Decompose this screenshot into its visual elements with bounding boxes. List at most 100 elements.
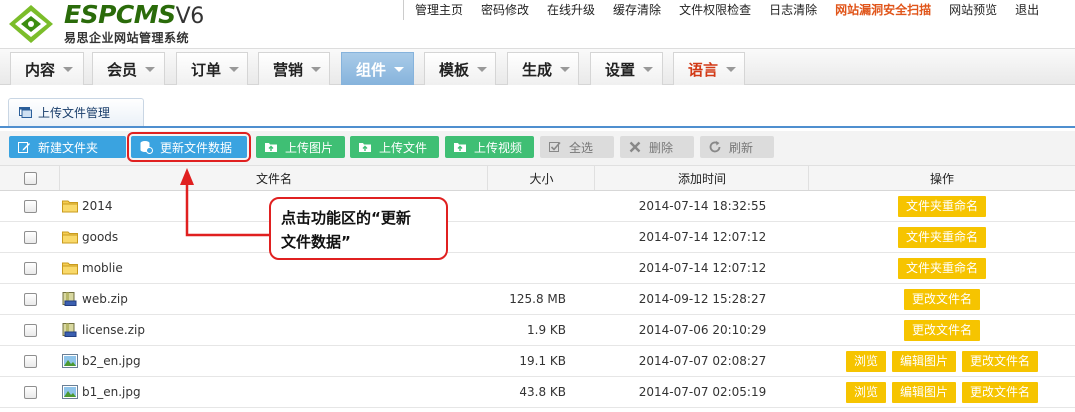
logo-wordmark: ESPCMSV6	[64, 0, 204, 29]
file-name: moblie	[82, 261, 123, 275]
row-checkbox-cell	[0, 284, 60, 314]
row-ops: 文件夹重命名	[809, 191, 1075, 221]
select-all-label: 全选	[569, 140, 594, 155]
file-name: 2014	[82, 199, 113, 213]
upload-image-button[interactable]: 上传图片	[256, 136, 345, 158]
rename-file-button[interactable]: 更改文件名	[962, 350, 1039, 372]
menu-generate[interactable]: 生成	[507, 52, 579, 85]
zip-archive-icon	[62, 292, 78, 306]
rename-folder-button[interactable]: 文件夹重命名	[897, 195, 986, 217]
row-checkbox[interactable]	[23, 292, 37, 306]
annotation-callout: 点击功能区的“更新 文件数据”	[269, 197, 448, 260]
rename-folder-button[interactable]: 文件夹重命名	[897, 226, 986, 248]
row-checkbox-cell	[0, 222, 60, 252]
tab-upload-file-manager[interactable]: 上传文件管理	[8, 98, 144, 126]
row-checkbox[interactable]	[23, 230, 37, 244]
top-nav-logout[interactable]: 退出	[1006, 0, 1048, 20]
rename-file-button[interactable]: 更改文件名	[962, 381, 1039, 403]
zip-archive-icon	[62, 323, 78, 337]
file-name: web.zip	[82, 292, 128, 306]
edit-image-button[interactable]: 编辑图片	[891, 381, 956, 403]
menu-template[interactable]: 模板	[424, 52, 496, 85]
view-button[interactable]: 浏览	[845, 350, 886, 372]
main-menu: 内容 会员 订单 营销 组件 模板 生成 设置 语言	[0, 48, 1075, 85]
file-name: goods	[82, 230, 119, 244]
top-nav-security-scan[interactable]: 网站漏洞安全扫描	[826, 0, 940, 20]
edit-image-button[interactable]: 编辑图片	[891, 350, 956, 372]
rename-file-button[interactable]: 更改文件名	[903, 288, 980, 310]
top-nav-home[interactable]: 管理主页	[406, 0, 472, 20]
row-checkbox[interactable]	[23, 199, 37, 213]
row-checkbox[interactable]	[23, 323, 37, 337]
top-nav-log[interactable]: 日志清除	[760, 0, 826, 20]
logo-mark-icon	[9, 5, 53, 43]
database-refresh-icon	[140, 141, 153, 154]
file-time: 2014-07-07 02:08:27	[638, 354, 767, 368]
callout-line-1: 点击功能区的“更新	[281, 209, 411, 227]
top-nav-cache[interactable]: 缓存清除	[604, 0, 670, 20]
folder-icon	[62, 261, 78, 275]
menu-member[interactable]: 会员	[92, 52, 165, 85]
menu-settings[interactable]: 设置	[590, 52, 663, 85]
top-nav-preview[interactable]: 网站预览	[940, 0, 1006, 20]
callout-line-2: 文件数据”	[281, 233, 351, 251]
upload-video-button[interactable]: 上传视频	[445, 136, 534, 158]
row-checkbox[interactable]	[23, 354, 37, 368]
menu-label: 设置	[605, 60, 636, 79]
top-nav-permission[interactable]: 文件权限检查	[670, 0, 760, 20]
delete-button[interactable]: 删除	[620, 136, 694, 158]
upload-image-icon	[265, 143, 277, 152]
file-name: b2_en.jpg	[82, 354, 141, 368]
chevron-down-icon	[229, 66, 240, 72]
select-all-button[interactable]: 全选	[540, 136, 614, 158]
menu-label: 模板	[439, 60, 470, 79]
file-name-cell[interactable]: web.zip	[60, 284, 480, 314]
tab-underline	[0, 126, 1075, 128]
file-size: 43.8 KB	[519, 385, 566, 399]
menu-label: 组件	[356, 60, 387, 79]
menu-marketing[interactable]: 营销	[258, 52, 330, 85]
header-size: 大小	[487, 166, 595, 190]
delete-label: 删除	[649, 140, 674, 155]
image-file-icon	[62, 354, 78, 368]
top-nav-password[interactable]: 密码修改	[472, 0, 538, 20]
menu-language[interactable]: 语言	[673, 52, 745, 85]
rename-file-button[interactable]: 更改文件名	[903, 319, 980, 341]
rename-folder-button[interactable]: 文件夹重命名	[897, 257, 986, 279]
file-name-cell[interactable]: b1_en.jpg	[60, 377, 480, 407]
refresh-button[interactable]: 刷新	[700, 136, 774, 158]
file-name: b1_en.jpg	[82, 385, 141, 399]
select-all-checkbox[interactable]	[23, 171, 37, 185]
header-checkbox-cell	[0, 166, 60, 190]
chevron-down-icon	[311, 66, 322, 72]
update-file-data-label: 更新文件数据	[160, 140, 233, 155]
new-folder-label: 新建文件夹	[38, 140, 99, 155]
menu-order[interactable]: 订单	[176, 52, 248, 85]
menu-content[interactable]: 内容	[10, 52, 84, 85]
folder-icon	[62, 230, 78, 244]
sub-tab-bar: 上传文件管理	[0, 86, 1075, 126]
view-button[interactable]: 浏览	[845, 381, 886, 403]
file-size	[488, 191, 566, 221]
row-checkbox-cell	[0, 377, 60, 407]
update-file-data-button[interactable]: 更新文件数据	[131, 136, 247, 158]
file-name-cell[interactable]: b2_en.jpg	[60, 346, 480, 376]
checkbox-icon	[549, 141, 561, 152]
upload-file-button[interactable]: 上传文件	[350, 136, 439, 158]
file-name: license.zip	[82, 323, 145, 337]
file-size: 19.1 KB	[519, 354, 566, 368]
row-checkbox[interactable]	[23, 385, 37, 399]
refresh-label: 刷新	[729, 140, 754, 155]
row-checkbox[interactable]	[23, 261, 37, 275]
row-ops: 浏览 编辑图片 更改文件名	[809, 377, 1075, 407]
upload-file-label: 上传文件	[379, 140, 428, 155]
row-checkbox-cell	[0, 191, 60, 221]
menu-component[interactable]: 组件	[341, 52, 414, 85]
new-folder-button[interactable]: 新建文件夹	[9, 136, 126, 158]
table-row: goods 2014-07-14 12:07:12 文件夹重命名	[0, 222, 1075, 253]
top-nav-upgrade[interactable]: 在线升级	[538, 0, 604, 20]
toolbar: 新建文件夹 更新文件数据 上传图片 上传文件 上传视频 全选 删除 刷新	[0, 131, 1075, 165]
file-size: 1.9 KB	[527, 323, 566, 337]
file-name-cell[interactable]: license.zip	[60, 315, 480, 345]
file-time: 2014-09-12 15:28:27	[638, 292, 767, 306]
